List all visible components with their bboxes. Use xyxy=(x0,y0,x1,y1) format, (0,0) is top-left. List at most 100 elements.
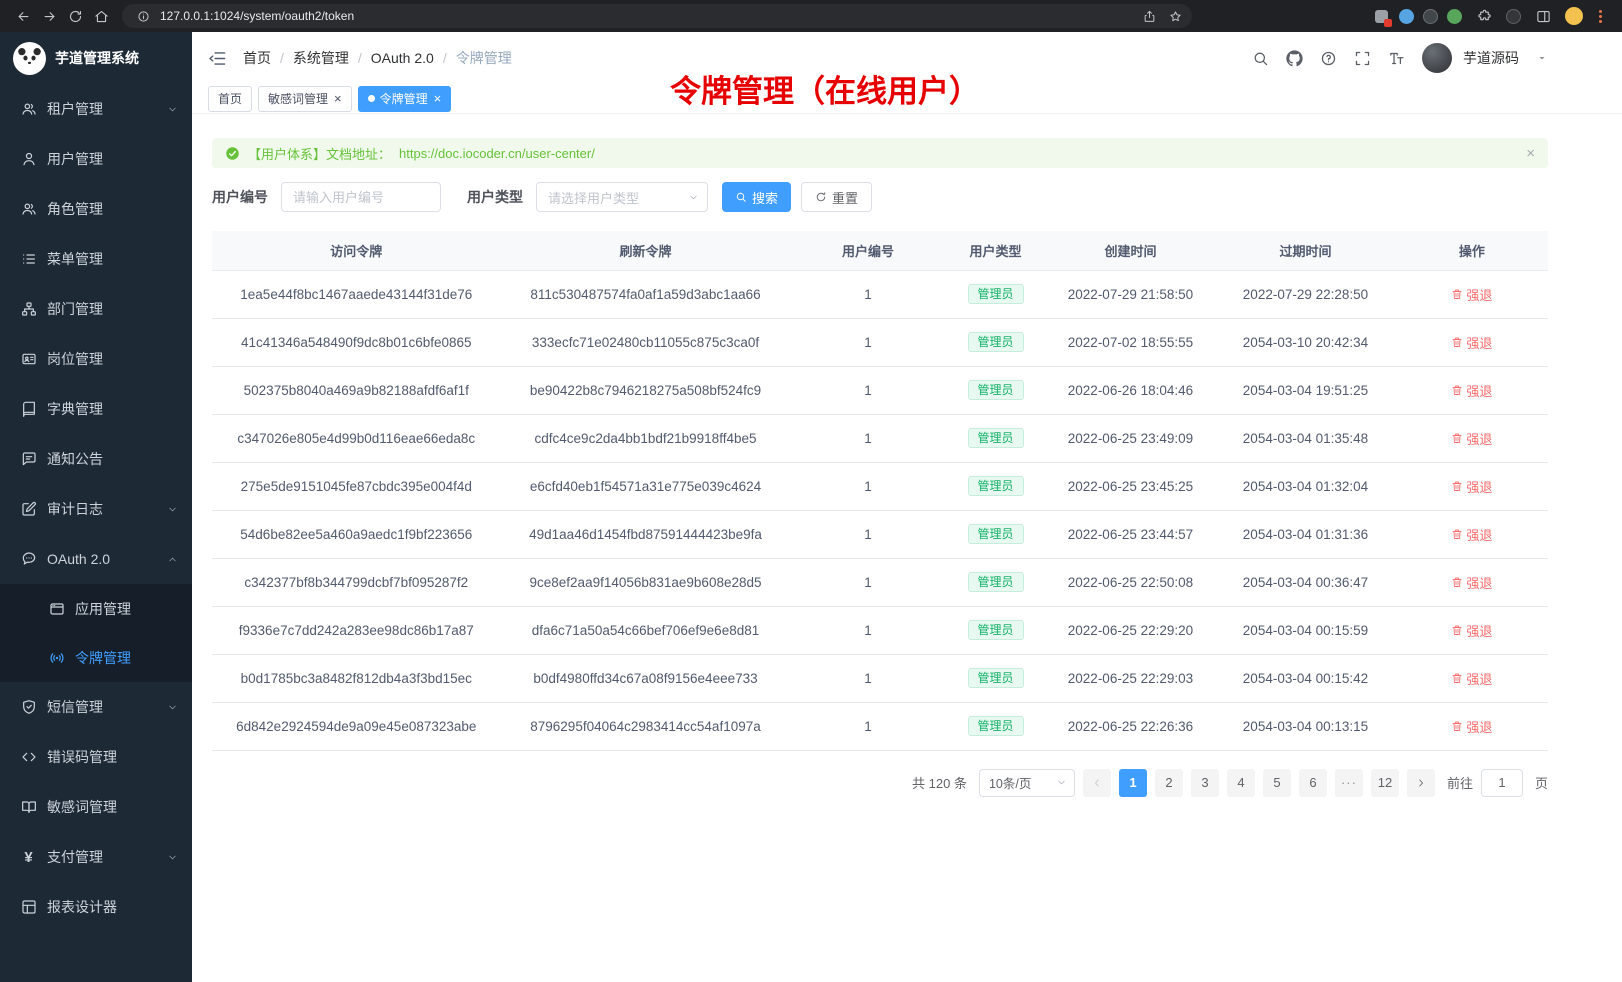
access-token-cell: 6d842e2924594de9a09e45e087323abe xyxy=(212,702,501,750)
browser-forward-icon[interactable] xyxy=(36,3,62,29)
tab-sensitive-word[interactable]: 敏感词管理× xyxy=(258,86,352,112)
force-logout-button[interactable]: 强退 xyxy=(1451,477,1492,496)
force-logout-button[interactable]: 强退 xyxy=(1451,285,1492,304)
close-icon[interactable]: × xyxy=(334,92,342,105)
prev-page-button[interactable] xyxy=(1083,769,1111,797)
breadcrumb-item[interactable]: 首页 xyxy=(243,48,271,68)
submenu-oauth2: 应用管理令牌管理 xyxy=(0,584,192,682)
share-icon[interactable] xyxy=(1136,3,1162,29)
breadcrumb-item[interactable]: 系统管理 xyxy=(293,48,349,68)
sidebar-item-audit-log[interactable]: 审计日志 xyxy=(0,484,192,534)
user-type-badge: 管理员 xyxy=(968,572,1024,592)
force-logout-button[interactable]: 强退 xyxy=(1451,525,1492,544)
page-button-5[interactable]: 5 xyxy=(1263,769,1291,797)
goto-page-input[interactable] xyxy=(1481,769,1523,797)
extension-green-icon[interactable] xyxy=(1447,9,1462,24)
user-id-input[interactable] xyxy=(281,182,441,212)
sidebar-item-user[interactable]: 用户管理 xyxy=(0,134,192,184)
user-type-select[interactable]: 请选择用户类型 xyxy=(536,182,708,212)
broadcast-icon xyxy=(48,649,65,666)
user-id-cell: 1 xyxy=(790,558,945,606)
tab-home[interactable]: 首页 xyxy=(208,86,252,112)
site-info-icon[interactable] xyxy=(134,7,152,25)
force-logout-button[interactable]: 强退 xyxy=(1451,573,1492,592)
bookmark-star-icon[interactable] xyxy=(1162,3,1188,29)
page-size-select[interactable]: 10条/页 xyxy=(979,769,1075,797)
sidebar-item-post[interactable]: 岗位管理 xyxy=(0,334,192,384)
book-icon xyxy=(20,401,37,418)
sidebar-item-menu[interactable]: 菜单管理 xyxy=(0,234,192,284)
user-type-cell: 管理员 xyxy=(945,270,1045,318)
sidebar-item-app[interactable]: 应用管理 xyxy=(0,584,192,633)
browser-home-icon[interactable] xyxy=(88,3,114,29)
sidebar-item-dict[interactable]: 字典管理 xyxy=(0,384,192,434)
browser-reload-icon[interactable] xyxy=(62,3,88,29)
username[interactable]: 芋道源码 xyxy=(1463,48,1519,68)
sidebar-item-token[interactable]: 令牌管理 xyxy=(0,633,192,682)
force-logout-button[interactable]: 强退 xyxy=(1451,429,1492,448)
font-size-icon[interactable] xyxy=(1388,50,1405,67)
page-button-3[interactable]: 3 xyxy=(1191,769,1219,797)
breadcrumb: 首页/系统管理/OAuth 2.0/令牌管理 xyxy=(243,48,512,68)
browser-back-icon[interactable] xyxy=(10,3,36,29)
sidebar-item-oauth2[interactable]: OAuth 2.0 xyxy=(0,534,192,584)
sidebar-item-notice[interactable]: 通知公告 xyxy=(0,434,192,484)
breadcrumb-separator: / xyxy=(280,50,284,66)
help-icon[interactable] xyxy=(1320,50,1337,67)
page-button-1[interactable]: 1 xyxy=(1119,769,1147,797)
sidebar-item-pay[interactable]: ¥支付管理 xyxy=(0,832,192,882)
sidebar-item-error-code[interactable]: 错误码管理 xyxy=(0,732,192,782)
fullscreen-icon[interactable] xyxy=(1354,50,1371,67)
sidebar-item-tenant[interactable]: 租户管理 xyxy=(0,84,192,134)
pagination-ellipsis[interactable]: ··· xyxy=(1335,769,1363,797)
sidebar-item-role[interactable]: 角色管理 xyxy=(0,184,192,234)
expire-time-cell: 2054-03-04 00:15:59 xyxy=(1215,606,1395,654)
refresh-token-cell: b0df4980ffd34c67a08f9156e4eee733 xyxy=(501,654,791,702)
sidebar-item-report-designer[interactable]: 报表设计器 xyxy=(0,882,192,932)
sidebar-item-dept[interactable]: 部门管理 xyxy=(0,284,192,334)
force-logout-button[interactable]: 强退 xyxy=(1451,717,1492,736)
check-circle-icon xyxy=(225,146,240,161)
user-type-cell: 管理员 xyxy=(945,510,1045,558)
url-bar[interactable]: 127.0.0.1:1024/system/oauth2/token xyxy=(122,4,1192,28)
force-logout-button[interactable]: 强退 xyxy=(1451,669,1492,688)
delete-icon xyxy=(1451,288,1463,300)
search-icon[interactable] xyxy=(1252,50,1269,67)
reset-button[interactable]: 重置 xyxy=(801,182,872,212)
page-button-12[interactable]: 12 xyxy=(1371,769,1399,797)
extension-blue-icon[interactable] xyxy=(1399,9,1414,24)
browser-menu-icon[interactable] xyxy=(1592,10,1608,23)
next-page-button[interactable] xyxy=(1407,769,1435,797)
page-button-2[interactable]: 2 xyxy=(1155,769,1183,797)
list-icon xyxy=(20,251,37,268)
sidebar-item-label: 令牌管理 xyxy=(75,648,178,668)
extension-dark-icon[interactable] xyxy=(1423,9,1438,24)
extensions-puzzle-icon[interactable] xyxy=(1471,3,1497,29)
page-button-4[interactable]: 4 xyxy=(1227,769,1255,797)
force-logout-button[interactable]: 强退 xyxy=(1451,333,1492,352)
browser-profile-avatar[interactable] xyxy=(1565,7,1583,25)
extension-grid-icon[interactable] xyxy=(1372,7,1390,25)
user-avatar[interactable] xyxy=(1422,43,1452,73)
user-id-cell: 1 xyxy=(790,702,945,750)
github-icon[interactable] xyxy=(1286,50,1303,67)
breadcrumb-item[interactable]: OAuth 2.0 xyxy=(371,50,434,66)
close-icon[interactable]: × xyxy=(1526,145,1535,162)
user-id-cell: 1 xyxy=(790,510,945,558)
split-view-icon[interactable] xyxy=(1530,3,1556,29)
force-logout-button[interactable]: 强退 xyxy=(1451,621,1492,640)
chevron-down-icon[interactable] xyxy=(1536,52,1548,64)
tab-token[interactable]: 令牌管理× xyxy=(358,86,452,112)
sidebar-item-sms[interactable]: 短信管理 xyxy=(0,682,192,732)
sidebar-item-sensitive-word[interactable]: 敏感词管理 xyxy=(0,782,192,832)
shield-icon xyxy=(20,699,37,716)
force-logout-button[interactable]: 强退 xyxy=(1451,381,1492,400)
alert-link[interactable]: https://doc.iocoder.cn/user-center/ xyxy=(399,146,595,161)
tab-label: 首页 xyxy=(218,90,242,107)
close-icon[interactable]: × xyxy=(434,92,442,105)
sidebar-item-label: 支付管理 xyxy=(47,847,167,867)
theme-extension-icon[interactable] xyxy=(1506,9,1521,24)
search-button[interactable]: 搜索 xyxy=(722,182,791,212)
menu-fold-icon[interactable] xyxy=(208,49,227,68)
page-button-6[interactable]: 6 xyxy=(1299,769,1327,797)
